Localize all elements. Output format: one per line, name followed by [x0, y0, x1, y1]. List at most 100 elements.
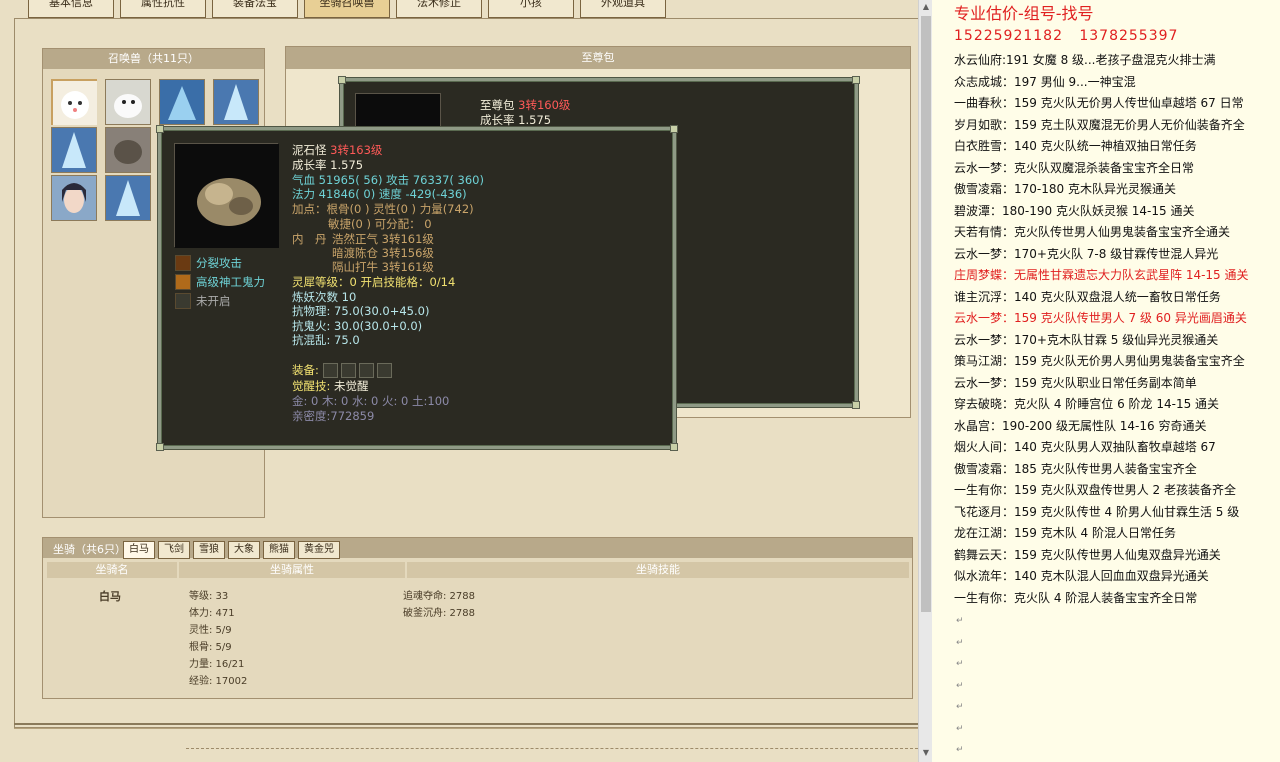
equip-slot-3[interactable]	[358, 363, 374, 378]
listing-line: 水云仙府:191 女魔 8 级...老孩子盘混克火排士满	[954, 53, 1216, 67]
listing-line: 一生有你：159 克火队双盘传世男人 2 老孩装备齐全	[954, 483, 1236, 497]
back-pet-level: 3转160级	[518, 98, 571, 112]
listing-line: 一生有你：克火队 4 阶混人装备宝宝齐全日常	[954, 590, 1198, 605]
summon-slot-2[interactable]	[105, 79, 151, 125]
tab-attributes[interactable]: 属性抗性	[120, 0, 206, 18]
summon-slot-5[interactable]	[51, 127, 97, 173]
inner-core-3: 隔山打牛 3转161级	[332, 260, 434, 274]
game-window: 基本信息 属性抗性 装备法宝 坐骑召唤兽 法术修正 小孩 外观道具 召唤兽（共1…	[0, 0, 918, 762]
document-pane: 专业估价-组号-找号 15225921182 1378255397 水云仙府:1…	[932, 0, 1280, 762]
tab-child[interactable]: 小孩	[488, 0, 574, 18]
listing-line: 傲雪凌霜：170-180 克木队异光灵猴通关	[954, 182, 1176, 196]
inner-core-1: 浩然正气 3转161级	[332, 232, 434, 246]
listing-line: 云水一梦：170+克木队甘霖 5 级仙异光灵猴通关	[954, 332, 1219, 347]
intimacy-value: 亲密度:772859	[292, 409, 375, 423]
back-pet-name: 至尊包	[480, 98, 515, 112]
rock-monster-avatar	[106, 128, 150, 172]
tab-bar: 基本信息 属性抗性 装备法宝 坐骑召唤兽 法术修正 小孩 外观道具	[28, 0, 672, 18]
mount-skill-header: 坐骑技能	[407, 562, 909, 578]
mount-table: 坐骑名 坐骑属性 坐骑技能 白马 等级: 33 体力: 471 灵性: 5/9 根骨…	[47, 562, 909, 696]
listing-line: 白衣胜雪：140 克火队统一神植双抽日常任务	[954, 139, 1197, 153]
summon-slot-7[interactable]	[51, 175, 97, 221]
attack-value: 76337( 360)	[412, 173, 484, 187]
mount-attr-header: 坐骑属性	[179, 562, 405, 578]
mount-tab-golden-rhino[interactable]: 黄金兕	[298, 541, 340, 559]
split-attack-icon	[175, 255, 191, 271]
listing-line: 似水流年：140 克木队混人回血血双盘异光通关	[954, 569, 1209, 583]
listing-line: 一曲春秋：159 克火队无价男人传世仙卓越塔 67 日常	[954, 96, 1244, 110]
listing-line: 谁主沉浮：140 克火队双盘混人统一畜牧日常任务	[954, 289, 1221, 304]
dashed-line	[186, 748, 918, 749]
listing-line: 庄周梦蝶：无属性甘霖遗忘大力队玄武星阵 14-15 通关	[954, 268, 1249, 282]
mount-attributes: 等级: 33 体力: 471 灵性: 5/9 根骨: 5/9 力量: 16/21 经验:…	[189, 591, 248, 687]
blue-spirit-avatar	[160, 80, 204, 124]
stat-points: 加点：根骨(0 ) 灵性(0 ) 力量(742)	[292, 202, 474, 216]
skill-locked[interactable]: 未开启	[175, 292, 231, 310]
tab-basic-info[interactable]: 基本信息	[28, 0, 114, 18]
scroll-down-icon[interactable]: ▼	[921, 748, 931, 757]
listing-line: 众志成城：197 男仙 9...一神宝混	[954, 74, 1136, 89]
mp-value: 41846( 0)	[318, 187, 376, 201]
scroll-up-icon[interactable]: ▲	[921, 2, 931, 11]
listing-line: 烟火人间：140 克火队男人双抽队畜牧卓越塔 67	[954, 440, 1216, 454]
mount-tab-panda[interactable]: 熊猫	[263, 541, 295, 559]
listing-line: 穿去破晓：克火队 4 阶睡宫位 6 阶龙 14-15 通关	[954, 397, 1220, 411]
mount-tab-flying-sword[interactable]: 飞剑	[158, 541, 190, 559]
listing-line: 云水一梦：159 克火队职业日常任务副本简单	[954, 375, 1197, 390]
paragraph-mark: ↵	[956, 680, 964, 691]
mount-tab-elephant[interactable]: 大象	[228, 541, 260, 559]
rock-monster-image	[175, 144, 279, 248]
detail-panel-title: 至尊包	[286, 47, 910, 69]
godly-power-icon	[175, 274, 191, 290]
equip-label: 装备:	[292, 363, 319, 377]
tab-appearance[interactable]: 外观道具	[580, 0, 666, 18]
equip-slot-2[interactable]	[340, 363, 356, 378]
mount-tab-white-horse[interactable]: 白马	[123, 541, 155, 559]
pet-growth: 成长率 1.575	[292, 158, 364, 172]
tab-equipment[interactable]: 装备法宝	[212, 0, 298, 18]
tab-spell-correction[interactable]: 法术修正	[396, 0, 482, 18]
white-pet-avatar	[53, 81, 97, 125]
mount-skills: 追魂夺命: 2788 破釜沉舟: 2788	[403, 591, 475, 619]
mount-tabs: 白马 飞剑 雪狼 大象 熊猫 黄金兕	[123, 541, 343, 559]
paragraph-mark: ↵	[956, 723, 964, 734]
awake-value: 未觉醒	[334, 379, 369, 393]
speed-value: -429(-436)	[405, 187, 467, 201]
listing-line: 龙在江湖：159 克木队 4 阶混人日常任务	[954, 526, 1176, 540]
equip-slot-4[interactable]	[376, 363, 392, 378]
pet-portrait	[174, 143, 279, 248]
listing-line: 云水一梦：159 克火队传世男人 7 级 60 异光画眉通关	[954, 311, 1247, 325]
summon-slot-6[interactable]	[105, 127, 151, 173]
inner-core-label: 内 丹	[292, 232, 327, 246]
listing-line: 鹤舞云天：159 克火队传世男人仙鬼双盘异光通关	[954, 547, 1221, 562]
refine-count: 10	[341, 290, 357, 304]
scrollbar[interactable]: ▲ ▼	[918, 0, 932, 762]
paragraph-mark: ↵	[956, 702, 964, 712]
mount-title: 坐骑（共6只）	[53, 543, 126, 556]
summon-slot-1[interactable]	[51, 79, 97, 125]
pet-name: 泥石怪	[292, 143, 327, 157]
tab-mount-summon[interactable]: 坐骑召唤兽	[304, 0, 390, 18]
element-values: 金: 0 木: 0 水: 0 火: 0 土:100	[292, 394, 450, 408]
scrollbar-thumb[interactable]	[921, 16, 931, 612]
listing: 水云仙府:191 女魔 8 级...老孩子盘混克火排士满 众志成城：197 男仙 …	[954, 50, 1274, 760]
skill-split-attack[interactable]: 分裂攻击	[175, 254, 242, 272]
lady-avatar	[52, 176, 96, 220]
listing-line: 天若有情：克火队传世男人仙男鬼装备宝宝齐全通关	[954, 225, 1231, 239]
listing-line: 水晶宫：190-200 级无属性队 14-16 穷奇通关	[954, 418, 1207, 433]
pet-level: 3转163级	[330, 143, 383, 157]
summon-slot-8[interactable]	[105, 175, 151, 221]
summon-tooltip: 泥石怪 3转163级 成长率 1.575 气血 51965( 56) 攻击 76…	[156, 125, 678, 451]
ice-spirit-avatar	[52, 128, 96, 172]
divider	[14, 723, 918, 729]
white-beast-avatar	[106, 80, 150, 124]
mount-tab-snow-wolf[interactable]: 雪狼	[193, 541, 225, 559]
listing-line: 飞花逐月：159 克火队传世 4 阶男人仙甘霖生活 5 级	[954, 504, 1240, 519]
paragraph-mark: ↵	[956, 616, 964, 626]
equip-slot-1[interactable]	[322, 363, 338, 378]
summon-slot-3[interactable]	[159, 79, 205, 125]
mount-name-header: 坐骑名	[47, 562, 177, 578]
summon-slot-4[interactable]	[213, 79, 259, 125]
skill-godly-power[interactable]: 高级神工鬼力	[175, 273, 265, 291]
locked-skill-icon	[175, 293, 191, 309]
